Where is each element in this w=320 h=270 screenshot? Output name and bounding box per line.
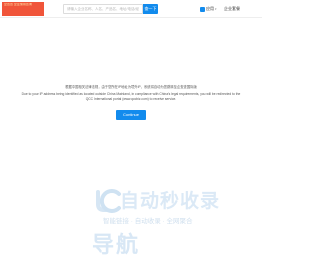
watermark-brand: 导航 bbox=[92, 233, 141, 258]
app-menu-label: 应用 bbox=[206, 6, 214, 11]
app-grid-icon bbox=[200, 6, 205, 12]
logo-text: 企查查 企业信用查询 bbox=[4, 3, 32, 6]
watermark-subtitle: 智能链接 · 自动收录 · 全网聚合 bbox=[103, 218, 193, 225]
service-package-link[interactable]: 企业套餐 bbox=[224, 5, 240, 13]
watermark-overlay: 自动秒收录 智能链接 · 自动收录 · 全网聚合 导航 bbox=[0, 188, 262, 270]
watermark-title: 自动秒收录 bbox=[120, 190, 221, 212]
continue-button[interactable]: Continue bbox=[116, 110, 146, 120]
app-menu[interactable]: 应用 ▾ bbox=[200, 5, 217, 13]
site-logo[interactable]: 企查查 企业信用查询 bbox=[2, 2, 44, 16]
chevron-down-icon: ▾ bbox=[215, 7, 217, 11]
redirect-notice: 根据中国相关法律法规，由于您所在IP地址为境外IP，系统将自动为您跳转至企查查国… bbox=[0, 85, 262, 101]
notice-message-cn: 根据中国相关法律法规，由于您所在IP地址为境外IP，系统将自动为您跳转至企查查国… bbox=[65, 85, 197, 89]
watermark-logo-icon bbox=[96, 189, 121, 213]
search-button[interactable]: 查一下 bbox=[143, 4, 158, 14]
search-input[interactable] bbox=[63, 4, 143, 14]
notice-message-en: Due to your IP address being identified … bbox=[21, 92, 241, 101]
top-navigation-bar: 企查查 企业信用查询 查一下 应用 ▾ 企业套餐 bbox=[0, 0, 262, 18]
